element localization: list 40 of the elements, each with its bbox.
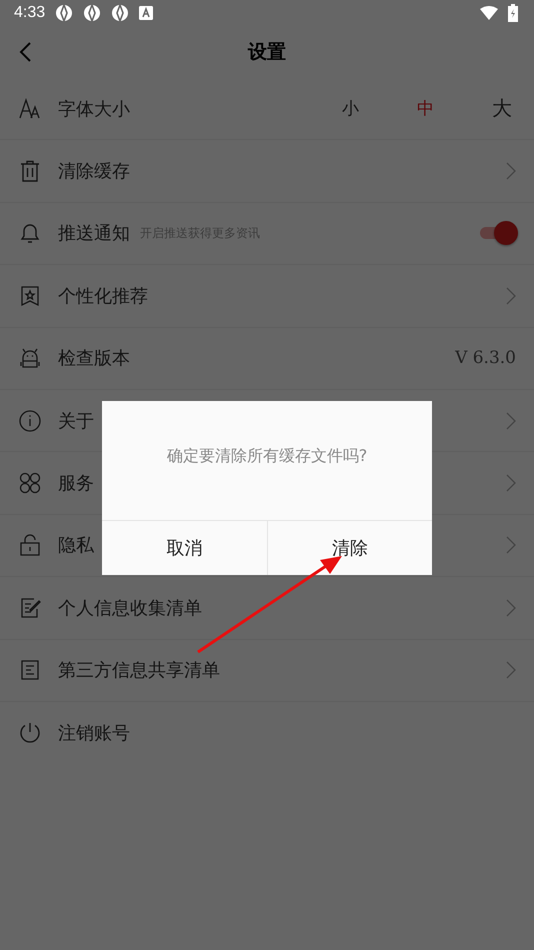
chevron-icon — [506, 412, 516, 430]
version-text: V 6.3.0 — [455, 348, 516, 368]
chevron-icon — [506, 474, 516, 492]
chevron-icon — [506, 661, 516, 680]
setting-label[interactable]: 第三方信息共享清单 — [58, 658, 220, 682]
setting-label[interactable]: 个性化推荐 — [58, 284, 148, 308]
dialog-button[interactable]: 取消 — [102, 521, 266, 575]
battery-icon — [508, 4, 518, 22]
wifi-icon — [480, 6, 498, 20]
chevron-icon — [506, 286, 516, 305]
page-title: 设置 — [248, 40, 286, 65]
setting-label[interactable]: 检查版本 — [58, 346, 130, 370]
setting-label[interactable]: 隐私 — [58, 533, 94, 558]
font-icon — [18, 96, 42, 121]
setting-label[interactable]: 服务 — [58, 471, 94, 496]
trash-icon — [18, 159, 42, 184]
chevron-icon — [506, 598, 516, 617]
chevron-icon — [506, 162, 516, 180]
android-icon — [18, 346, 42, 370]
info-icon — [18, 408, 42, 433]
keyboard-icon — [139, 6, 154, 20]
setting-label[interactable]: 推送通知 — [58, 221, 130, 246]
font-size-option[interactable]: 大 — [488, 95, 516, 122]
notification-icon — [111, 4, 130, 22]
push-toggle[interactable] — [480, 221, 516, 246]
setting-label[interactable]: 清除缓存 — [58, 159, 130, 184]
notification-icon — [55, 4, 74, 22]
dialog-message: 确定要清除所有缓存文件吗? — [166, 446, 368, 467]
setting-label[interactable]: 个人信息收集清单 — [58, 596, 202, 620]
power-icon — [18, 721, 42, 746]
status-time: 4:33 — [14, 4, 46, 22]
setting-label[interactable]: 关于 — [58, 408, 94, 433]
setting-label[interactable]: 字体大小 — [58, 96, 130, 121]
font-size-option[interactable]: 小 — [338, 95, 363, 122]
notification-icon — [83, 4, 102, 22]
setting-label[interactable]: 注销账号 — [58, 721, 130, 746]
chevron-icon — [506, 536, 516, 554]
font-size-option[interactable]: 中 — [413, 95, 438, 122]
clover-icon — [18, 471, 42, 496]
lock-icon — [18, 533, 42, 558]
